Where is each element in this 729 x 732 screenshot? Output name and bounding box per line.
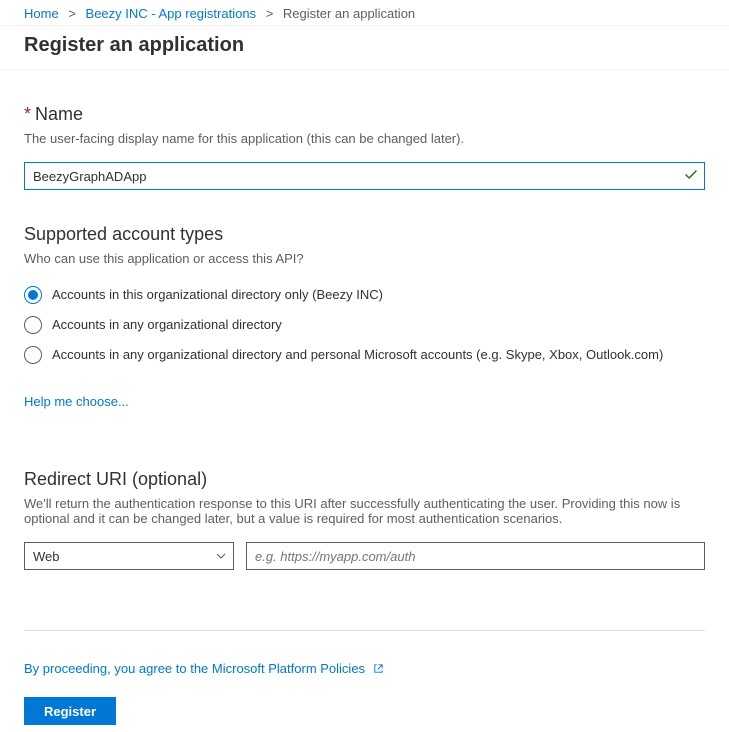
redirect-uri-description: We'll return the authentication response… <box>24 496 705 526</box>
account-types-description: Who can use this application or access t… <box>24 251 705 266</box>
breadcrumb: Home > Beezy INC - App registrations > R… <box>0 0 729 26</box>
radio-icon <box>24 316 42 334</box>
chevron-down-icon <box>216 553 226 559</box>
name-label: Name <box>35 104 83 124</box>
account-type-option-2[interactable]: Accounts in any organizational directory… <box>24 346 705 364</box>
radio-icon <box>24 346 42 364</box>
platform-policies-link[interactable]: By proceeding, you agree to the Microsof… <box>24 661 384 677</box>
radio-label: Accounts in any organizational directory <box>52 316 282 334</box>
radio-label: Accounts in any organizational directory… <box>52 346 663 364</box>
name-description: The user-facing display name for this ap… <box>24 131 705 146</box>
account-types-radio-group: Accounts in this organizational director… <box>24 286 705 364</box>
application-name-input[interactable] <box>24 162 705 190</box>
radio-label: Accounts in this organizational director… <box>52 286 383 304</box>
register-button[interactable]: Register <box>24 697 116 725</box>
account-types-title: Supported account types <box>24 224 705 245</box>
checkmark-icon <box>685 169 697 183</box>
chevron-right-icon: > <box>62 6 82 21</box>
agree-text: By proceeding, you agree to the Microsof… <box>24 661 365 676</box>
account-type-option-0[interactable]: Accounts in this organizational director… <box>24 286 705 304</box>
breadcrumb-parent[interactable]: Beezy INC - App registrations <box>86 6 257 21</box>
radio-icon <box>24 286 42 304</box>
chevron-right-icon: > <box>260 6 280 21</box>
divider <box>0 69 729 70</box>
help-me-choose-link[interactable]: Help me choose... <box>24 394 129 409</box>
account-type-option-1[interactable]: Accounts in any organizational directory <box>24 316 705 334</box>
page-title: Register an application <box>24 34 705 57</box>
breadcrumb-current: Register an application <box>283 6 415 21</box>
divider <box>24 630 705 631</box>
name-section-title: *Name <box>24 104 705 125</box>
external-link-icon <box>373 662 384 677</box>
breadcrumb-home[interactable]: Home <box>24 6 59 21</box>
required-asterisk: * <box>24 104 31 124</box>
redirect-type-select[interactable]: Web <box>24 542 234 570</box>
redirect-uri-input[interactable] <box>246 542 705 570</box>
redirect-type-value: Web <box>33 549 60 564</box>
redirect-uri-title: Redirect URI (optional) <box>24 469 705 490</box>
